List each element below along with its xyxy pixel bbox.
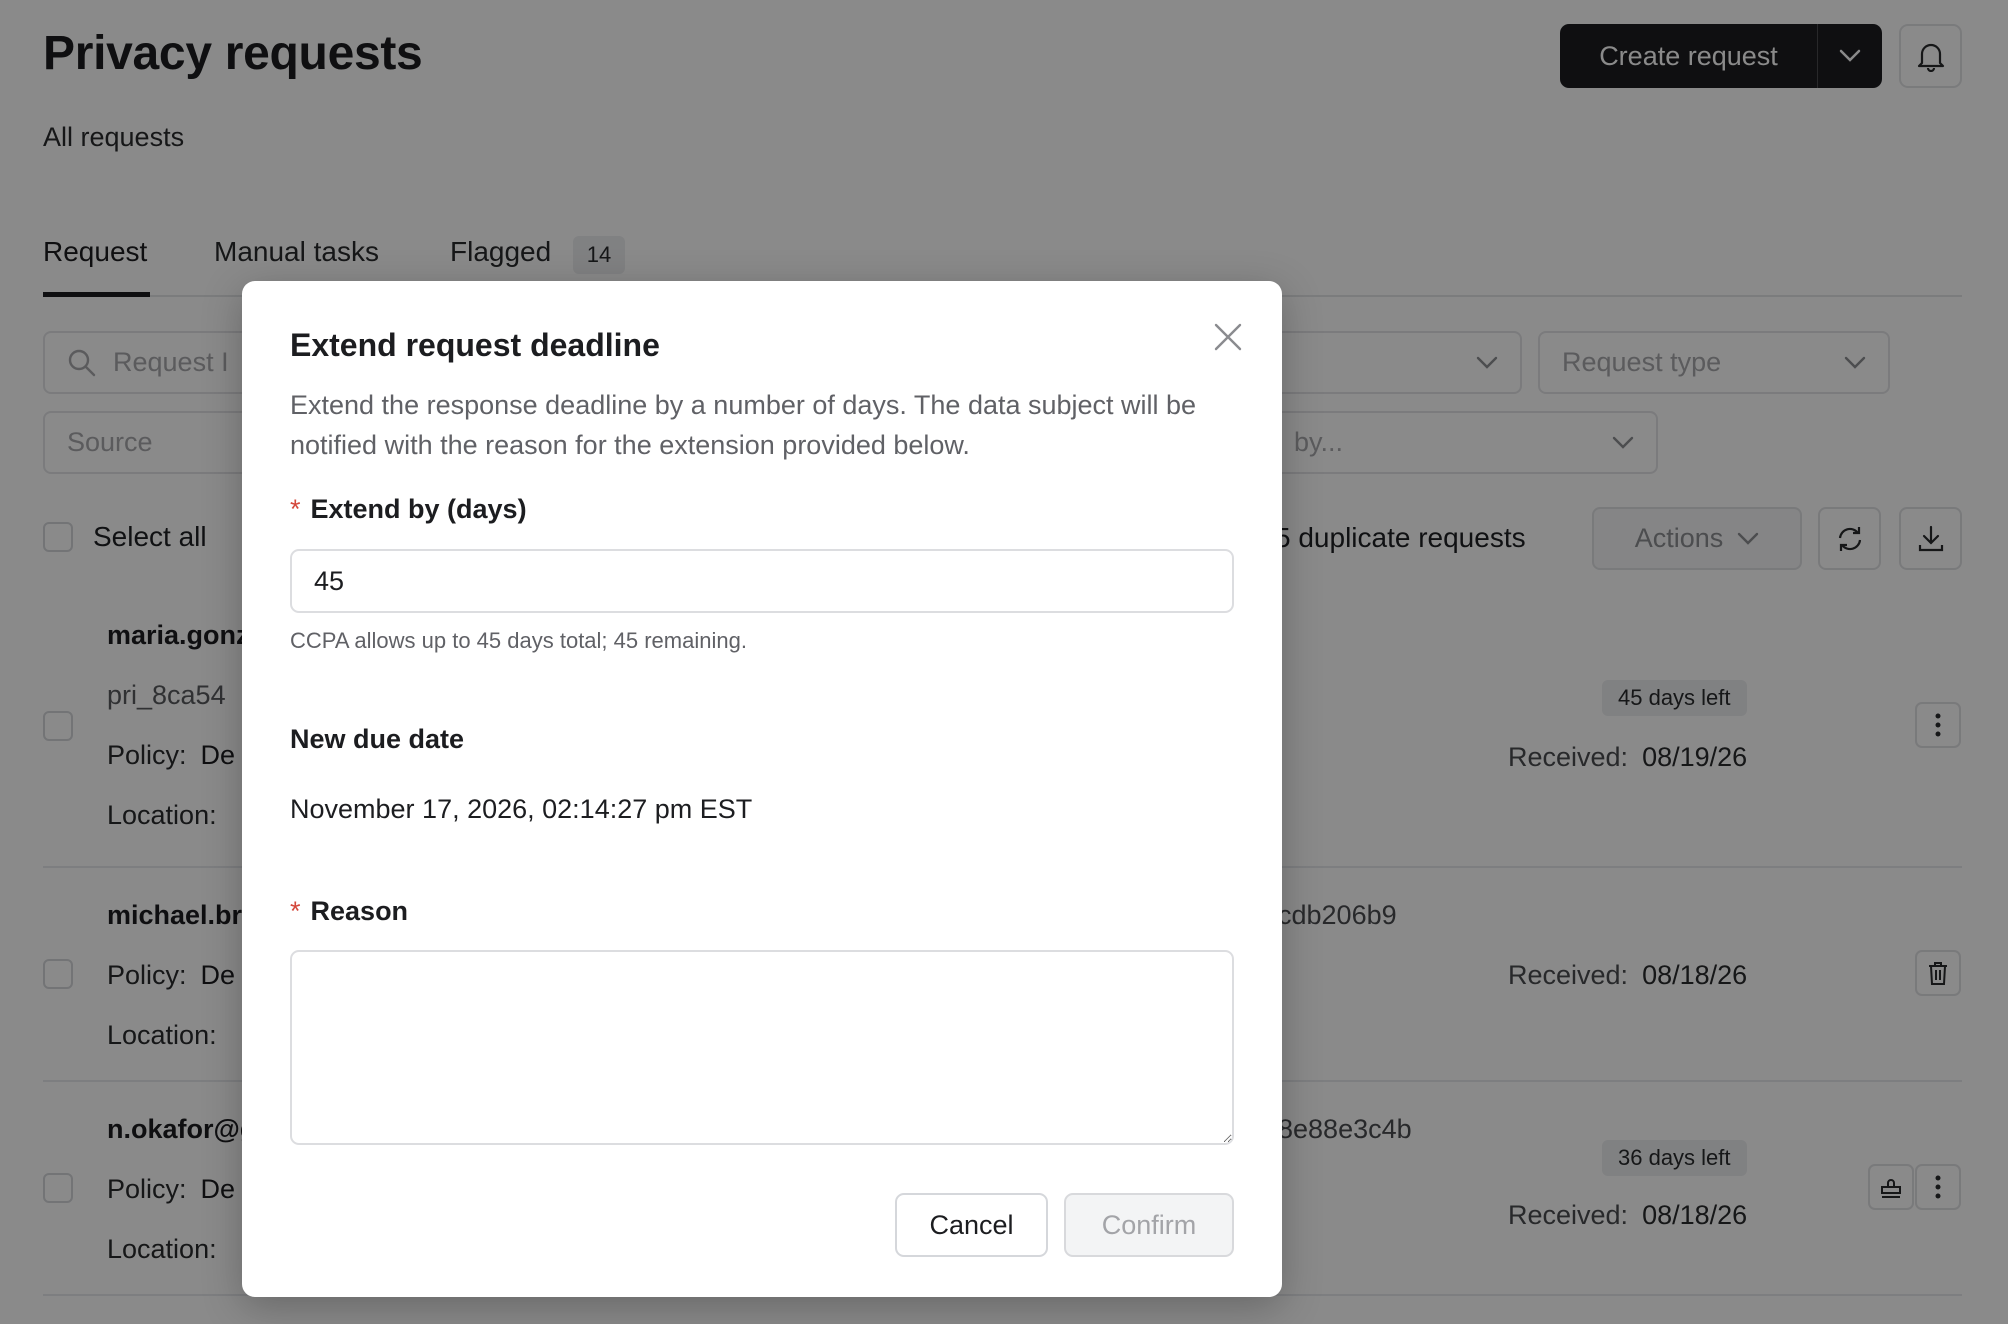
confirm-button[interactable]: Confirm: [1064, 1193, 1234, 1257]
extend-deadline-modal: Extend request deadline Extend the respo…: [242, 281, 1282, 1297]
modal-title: Extend request deadline: [290, 327, 660, 363]
required-marker: *: [290, 896, 301, 926]
extend-days-helper: CCPA allows up to 45 days total; 45 rema…: [290, 628, 747, 653]
modal-description: Extend the response deadline by a number…: [290, 390, 1197, 460]
reason-label: * Reason: [290, 896, 409, 926]
extend-days-input[interactable]: [290, 549, 1234, 613]
new-due-date-label: New due date: [290, 724, 465, 754]
new-due-date-value: November 17, 2026, 02:14:27 pm EST: [290, 794, 753, 824]
required-marker: *: [290, 494, 301, 524]
reason-textarea[interactable]: [290, 950, 1234, 1145]
close-icon: [1214, 323, 1242, 351]
extend-days-label: * Extend by (days): [290, 494, 527, 524]
close-button[interactable]: [1210, 319, 1246, 355]
cancel-button[interactable]: Cancel: [895, 1193, 1048, 1257]
